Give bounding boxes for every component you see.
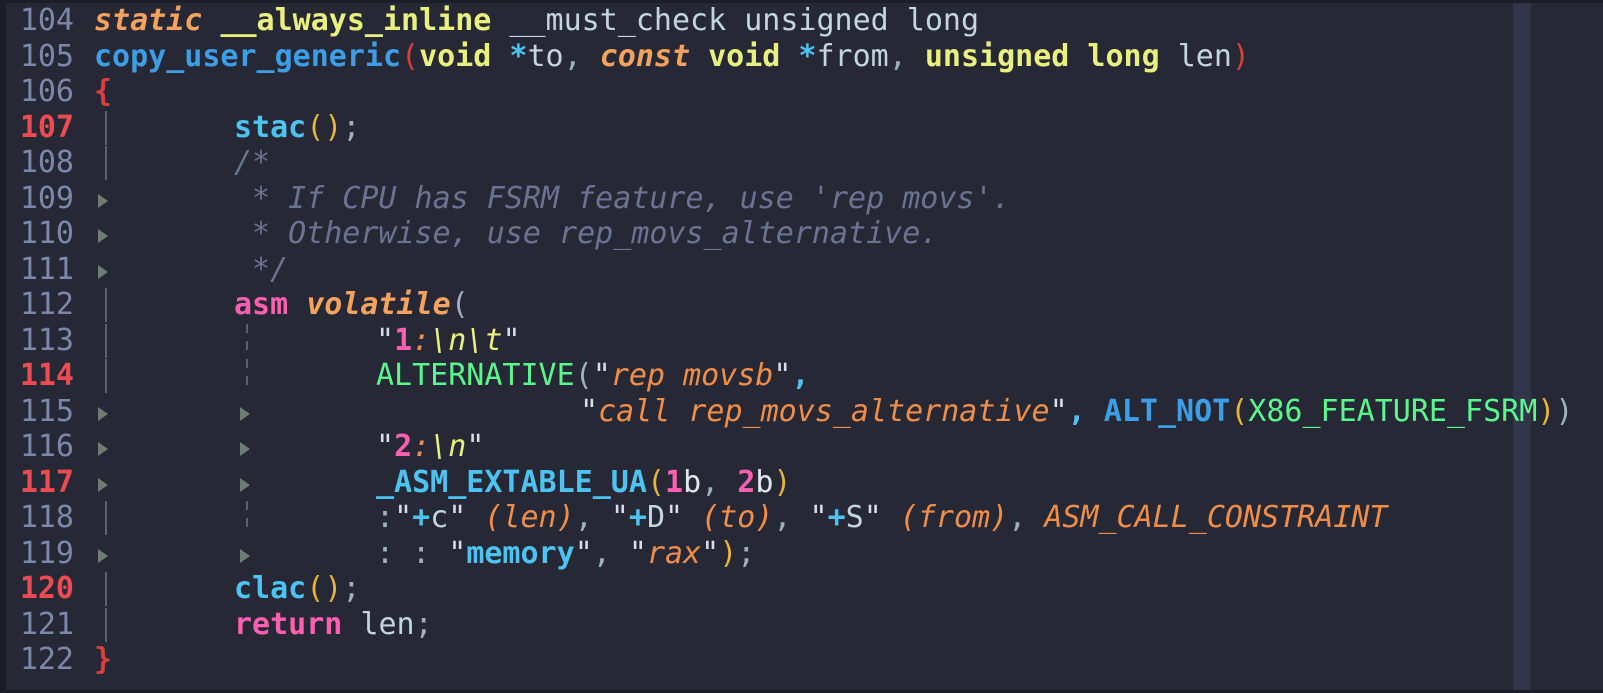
indent-guide (246, 501, 248, 535)
line-number: 115 (19, 393, 74, 429)
code-line[interactable]: 107 stac(); (6, 110, 1603, 146)
line-content: return len; (234, 606, 433, 642)
code-line[interactable]: 104 static __always_inline __must_check … (6, 3, 1603, 39)
whitespace-marker-icon (240, 477, 250, 492)
line-content: "2:\n" (376, 429, 485, 464)
indent-guide (246, 359, 248, 393)
line-content: asm volatile( (234, 287, 469, 322)
line-content: } (94, 642, 113, 677)
whitespace-marker-icon (98, 229, 108, 243)
code-editor[interactable]: 104 static __always_inline __must_check … (0, 0, 1603, 693)
indent-guide (105, 501, 107, 535)
line-number: 112 (19, 287, 74, 322)
line-number: 118 (19, 500, 74, 535)
code-line[interactable]: 122 } (6, 642, 1603, 678)
line-content: stac(); (234, 109, 361, 145)
whitespace-marker-icon (240, 548, 250, 563)
line-number: 109 (19, 180, 74, 216)
line-content: copy_user_generic(void *to, const void *… (94, 38, 1250, 74)
line-number: 116 (19, 429, 74, 464)
line-content: ALTERNATIVE("rep movsb", (376, 358, 810, 393)
indent-guide (105, 288, 107, 322)
code-line[interactable]: 112 asm volatile( (6, 287, 1603, 323)
code-line[interactable]: 106 { (6, 74, 1603, 110)
indent-guide (105, 359, 107, 393)
line-number: 108 (19, 145, 74, 180)
line-content: * Otherwise, use rep_movs_alternative. (252, 216, 939, 251)
indent-guide (246, 323, 248, 358)
whitespace-marker-icon (98, 442, 108, 456)
code-line[interactable]: 109 * If CPU has FSRM feature, use 'rep … (6, 181, 1603, 217)
code-line[interactable]: 113 "1:\n\t" (6, 323, 1603, 359)
line-content: { (94, 74, 113, 109)
line-content: static __always_inline __must_check unsi… (94, 3, 980, 38)
line-content: :"+c" (len), "+D" (to), "+S" (from), ASM… (376, 500, 1388, 535)
indent-guide (105, 572, 107, 606)
line-number: 114 (19, 358, 74, 393)
indent-guide (105, 146, 107, 180)
line-content: /* (234, 145, 271, 180)
code-line[interactable]: 111 */ (6, 252, 1603, 288)
code-line[interactable]: 114 ALTERNATIVE("rep movsb", (6, 358, 1603, 394)
code-line[interactable]: 108 /* (6, 145, 1603, 181)
line-number: 110 (19, 216, 74, 251)
whitespace-marker-icon (98, 193, 108, 208)
line-content: "1:\n\t" (376, 322, 521, 358)
line-number: 111 (19, 251, 74, 287)
code-line[interactable]: 105 copy_user_generic(void *to, const vo… (6, 39, 1603, 75)
line-number: 117 (19, 464, 74, 500)
line-number: 106 (19, 74, 74, 109)
code-line[interactable]: 116 "2:\n" (6, 429, 1603, 465)
line-content: "call rep_movs_alternative", ALT_NOT(X86… (580, 393, 1574, 429)
indent-guide (105, 607, 107, 642)
line-number: 113 (19, 322, 74, 358)
line-content: * If CPU has FSRM feature, use 'rep movs… (252, 180, 1011, 216)
line-content: : : "memory", "rax"); (376, 535, 756, 571)
line-number: 120 (19, 571, 74, 606)
line-number: 104 (19, 3, 74, 38)
whitespace-marker-icon (98, 264, 108, 279)
indent-guide (105, 110, 107, 145)
line-number: 122 (19, 642, 74, 677)
line-number: 105 (19, 38, 74, 74)
whitespace-marker-icon (98, 406, 108, 421)
whitespace-marker-icon (98, 548, 108, 563)
code-line[interactable]: 119 : : "memory", "rax"); (6, 536, 1603, 572)
line-content: clac(); (234, 571, 361, 606)
code-line[interactable]: 110 * Otherwise, use rep_movs_alternativ… (6, 216, 1603, 252)
code-line[interactable]: 120 clac(); (6, 571, 1603, 607)
line-number: 107 (19, 109, 74, 145)
whitespace-marker-icon (240, 406, 250, 421)
code-line[interactable]: 121 return len; (6, 607, 1603, 643)
line-number: 119 (19, 535, 74, 571)
line-content: _ASM_EXTABLE_UA(1b, 2b) (376, 464, 792, 500)
indent-guide (105, 323, 107, 358)
code-line[interactable]: 118 :"+c" (len), "+D" (to), "+S" (from),… (6, 500, 1603, 536)
code-line[interactable]: 115 "call rep_movs_alternative", ALT_NOT… (6, 394, 1603, 430)
whitespace-marker-icon (240, 442, 250, 456)
line-content: */ (252, 251, 289, 287)
line-number: 121 (19, 606, 74, 642)
code-line[interactable]: 117 _ASM_EXTABLE_UA(1b, 2b) (6, 465, 1603, 501)
whitespace-marker-icon (98, 477, 108, 492)
